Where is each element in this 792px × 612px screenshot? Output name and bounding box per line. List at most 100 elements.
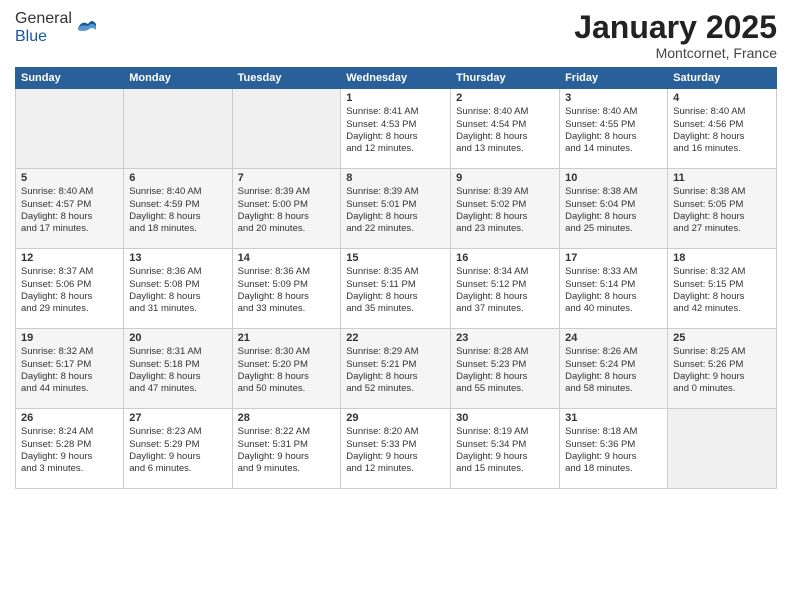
header-monday: Monday bbox=[124, 68, 232, 89]
day-detail: Daylight: 9 hours bbox=[21, 451, 118, 463]
calendar-cell: 27Sunrise: 8:23 AMSunset: 5:29 PMDayligh… bbox=[124, 409, 232, 489]
day-detail: and 12 minutes. bbox=[346, 143, 445, 155]
calendar-cell: 19Sunrise: 8:32 AMSunset: 5:17 PMDayligh… bbox=[16, 329, 124, 409]
day-detail: and 31 minutes. bbox=[129, 303, 226, 315]
day-detail: Daylight: 8 hours bbox=[673, 291, 771, 303]
logo-general-text: General bbox=[15, 10, 72, 27]
day-detail: Daylight: 8 hours bbox=[238, 371, 336, 383]
day-detail: and 3 minutes. bbox=[21, 463, 118, 475]
day-detail: Sunrise: 8:28 AM bbox=[456, 346, 554, 358]
day-detail: Sunrise: 8:26 AM bbox=[565, 346, 662, 358]
day-detail: Sunset: 5:34 PM bbox=[456, 439, 554, 451]
day-detail: Sunrise: 8:40 AM bbox=[565, 106, 662, 118]
day-detail: Daylight: 8 hours bbox=[129, 211, 226, 223]
day-number: 7 bbox=[238, 172, 336, 184]
month-title: January 2025 bbox=[574, 10, 777, 45]
day-detail: Daylight: 8 hours bbox=[21, 371, 118, 383]
day-detail: Sunset: 4:53 PM bbox=[346, 119, 445, 131]
calendar-cell: 22Sunrise: 8:29 AMSunset: 5:21 PMDayligh… bbox=[341, 329, 451, 409]
day-detail: Sunset: 5:09 PM bbox=[238, 279, 336, 291]
day-detail: Sunset: 5:15 PM bbox=[673, 279, 771, 291]
title-block: January 2025 Montcornet, France bbox=[574, 10, 777, 61]
day-detail: Sunset: 5:26 PM bbox=[673, 359, 771, 371]
day-number: 17 bbox=[565, 252, 662, 264]
day-number: 24 bbox=[565, 332, 662, 344]
day-detail: Sunrise: 8:32 AM bbox=[21, 346, 118, 358]
calendar-cell: 15Sunrise: 8:35 AMSunset: 5:11 PMDayligh… bbox=[341, 249, 451, 329]
day-detail: Sunset: 5:00 PM bbox=[238, 199, 336, 211]
day-detail: Daylight: 9 hours bbox=[673, 371, 771, 383]
day-detail: Sunset: 5:01 PM bbox=[346, 199, 445, 211]
calendar-cell: 21Sunrise: 8:30 AMSunset: 5:20 PMDayligh… bbox=[232, 329, 341, 409]
logo-icon bbox=[74, 16, 98, 40]
day-detail: Daylight: 8 hours bbox=[238, 291, 336, 303]
day-detail: Sunset: 5:18 PM bbox=[129, 359, 226, 371]
day-detail: and 44 minutes. bbox=[21, 383, 118, 395]
day-detail: Sunrise: 8:32 AM bbox=[673, 266, 771, 278]
day-detail: Sunrise: 8:34 AM bbox=[456, 266, 554, 278]
day-detail: Sunrise: 8:40 AM bbox=[673, 106, 771, 118]
calendar-cell: 9Sunrise: 8:39 AMSunset: 5:02 PMDaylight… bbox=[451, 169, 560, 249]
day-detail: Sunset: 5:31 PM bbox=[238, 439, 336, 451]
day-detail: and 18 minutes. bbox=[565, 463, 662, 475]
day-detail: Sunset: 5:02 PM bbox=[456, 199, 554, 211]
day-number: 29 bbox=[346, 412, 445, 424]
calendar-cell: 3Sunrise: 8:40 AMSunset: 4:55 PMDaylight… bbox=[560, 89, 668, 169]
day-detail: Sunset: 4:59 PM bbox=[129, 199, 226, 211]
day-number: 13 bbox=[129, 252, 226, 264]
day-detail: Daylight: 8 hours bbox=[21, 211, 118, 223]
day-number: 11 bbox=[673, 172, 771, 184]
day-detail: Sunrise: 8:41 AM bbox=[346, 106, 445, 118]
day-detail: Daylight: 8 hours bbox=[129, 291, 226, 303]
day-number: 19 bbox=[21, 332, 118, 344]
calendar-cell: 24Sunrise: 8:26 AMSunset: 5:24 PMDayligh… bbox=[560, 329, 668, 409]
day-number: 2 bbox=[456, 92, 554, 104]
day-number: 9 bbox=[456, 172, 554, 184]
calendar-table: Sunday Monday Tuesday Wednesday Thursday… bbox=[15, 67, 777, 489]
day-detail: Daylight: 8 hours bbox=[673, 211, 771, 223]
day-number: 15 bbox=[346, 252, 445, 264]
calendar-cell: 7Sunrise: 8:39 AMSunset: 5:00 PMDaylight… bbox=[232, 169, 341, 249]
day-detail: Sunrise: 8:31 AM bbox=[129, 346, 226, 358]
day-number: 16 bbox=[456, 252, 554, 264]
day-detail: Sunset: 5:04 PM bbox=[565, 199, 662, 211]
day-detail: and 52 minutes. bbox=[346, 383, 445, 395]
calendar-cell: 4Sunrise: 8:40 AMSunset: 4:56 PMDaylight… bbox=[668, 89, 777, 169]
page-header: General Blue January 2025 Montcornet, Fr… bbox=[15, 10, 777, 61]
day-detail: Daylight: 8 hours bbox=[346, 211, 445, 223]
day-detail: Daylight: 9 hours bbox=[346, 451, 445, 463]
day-detail: Daylight: 8 hours bbox=[565, 211, 662, 223]
day-detail: Sunrise: 8:24 AM bbox=[21, 426, 118, 438]
calendar-cell bbox=[16, 89, 124, 169]
day-number: 23 bbox=[456, 332, 554, 344]
calendar-cell: 16Sunrise: 8:34 AMSunset: 5:12 PMDayligh… bbox=[451, 249, 560, 329]
day-detail: Sunset: 5:21 PM bbox=[346, 359, 445, 371]
day-detail: Sunrise: 8:37 AM bbox=[21, 266, 118, 278]
day-number: 21 bbox=[238, 332, 336, 344]
day-detail: Sunset: 5:36 PM bbox=[565, 439, 662, 451]
day-detail: and 42 minutes. bbox=[673, 303, 771, 315]
day-detail: and 16 minutes. bbox=[673, 143, 771, 155]
day-detail: Sunrise: 8:39 AM bbox=[456, 186, 554, 198]
calendar-week-2: 5Sunrise: 8:40 AMSunset: 4:57 PMDaylight… bbox=[16, 169, 777, 249]
day-detail: Sunrise: 8:36 AM bbox=[238, 266, 336, 278]
day-detail: Sunrise: 8:23 AM bbox=[129, 426, 226, 438]
calendar-cell: 18Sunrise: 8:32 AMSunset: 5:15 PMDayligh… bbox=[668, 249, 777, 329]
day-number: 6 bbox=[129, 172, 226, 184]
day-detail: and 50 minutes. bbox=[238, 383, 336, 395]
day-detail: and 58 minutes. bbox=[565, 383, 662, 395]
header-friday: Friday bbox=[560, 68, 668, 89]
day-number: 25 bbox=[673, 332, 771, 344]
day-detail: and 37 minutes. bbox=[456, 303, 554, 315]
header-wednesday: Wednesday bbox=[341, 68, 451, 89]
logo: General Blue bbox=[15, 10, 98, 46]
day-detail: Sunrise: 8:22 AM bbox=[238, 426, 336, 438]
calendar-cell: 1Sunrise: 8:41 AMSunset: 4:53 PMDaylight… bbox=[341, 89, 451, 169]
calendar-cell: 8Sunrise: 8:39 AMSunset: 5:01 PMDaylight… bbox=[341, 169, 451, 249]
day-detail: Daylight: 8 hours bbox=[456, 291, 554, 303]
calendar-cell: 11Sunrise: 8:38 AMSunset: 5:05 PMDayligh… bbox=[668, 169, 777, 249]
day-detail: Sunset: 5:05 PM bbox=[673, 199, 771, 211]
day-detail: Daylight: 9 hours bbox=[565, 451, 662, 463]
day-number: 1 bbox=[346, 92, 445, 104]
day-detail: Sunset: 5:11 PM bbox=[346, 279, 445, 291]
